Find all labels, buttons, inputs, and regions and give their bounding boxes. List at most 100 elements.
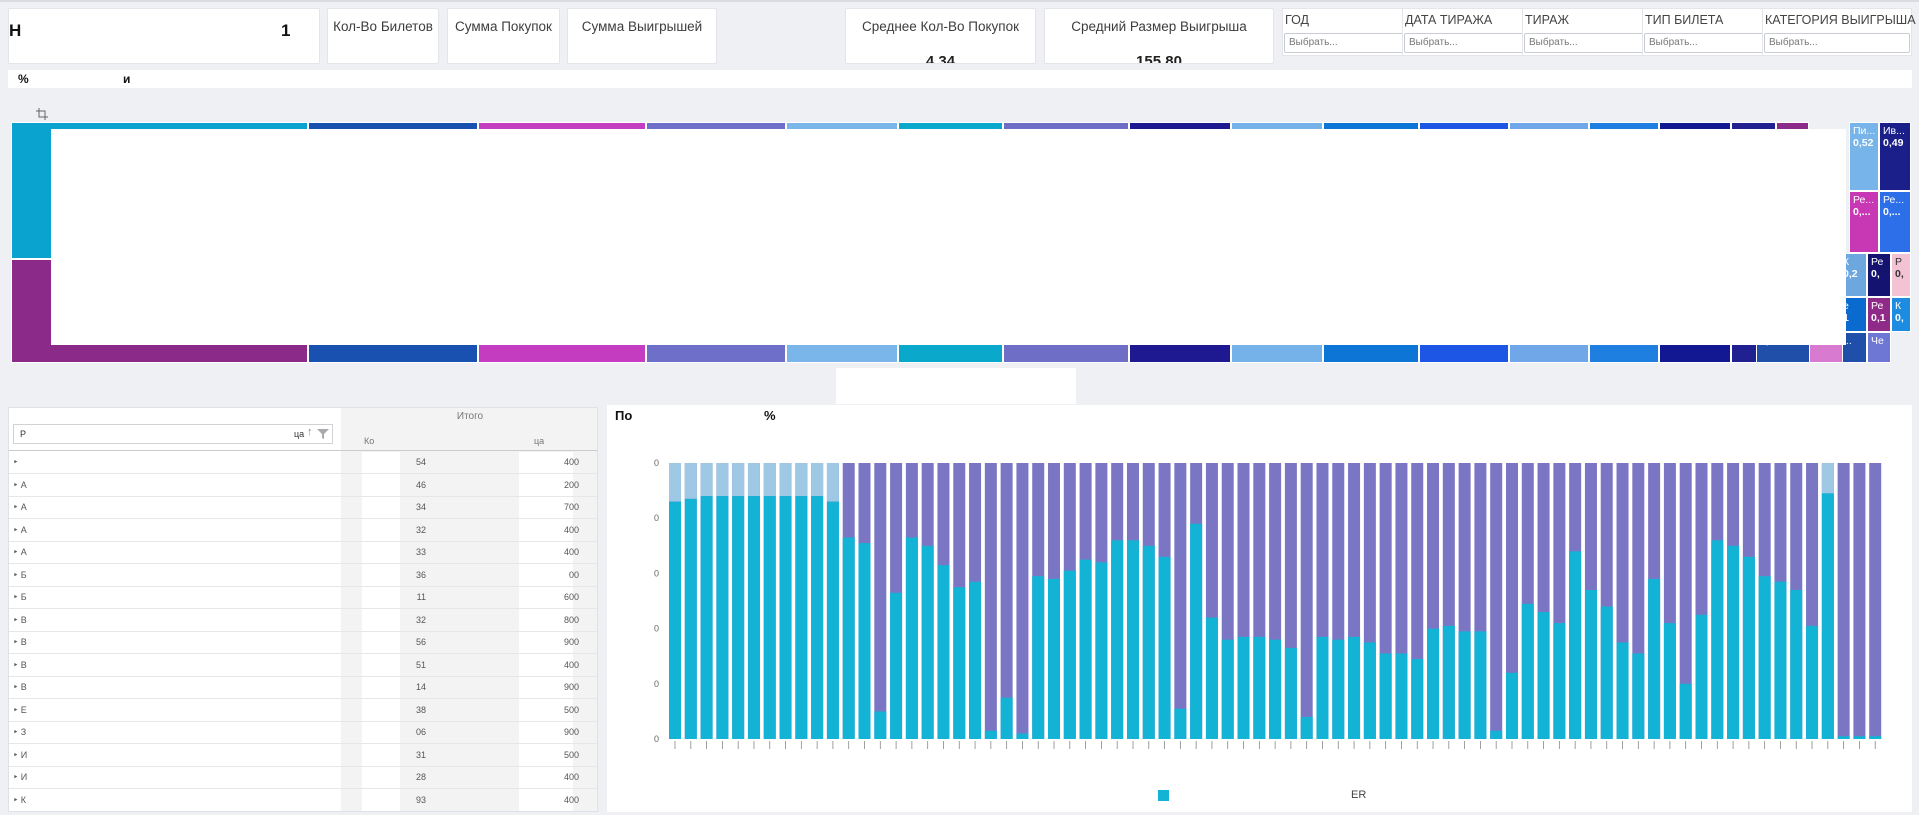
filter-icon[interactable] (317, 427, 329, 445)
bar-segment-er[interactable] (669, 501, 682, 739)
bar-segment-secondary[interactable] (1853, 463, 1866, 739)
bar-segment-er[interactable] (984, 730, 997, 739)
table-row[interactable]: ‣ И 28 400 (9, 767, 597, 789)
treemap-cell-labeled[interactable]: К 0, (1891, 297, 1911, 332)
bar-segment-er[interactable] (1790, 589, 1803, 739)
bar-segment-er[interactable] (1521, 603, 1534, 739)
treemap-cell-labeled[interactable]: Ре... 0,... (1849, 191, 1879, 253)
bar-segment-er[interactable] (1237, 636, 1250, 739)
bar-segment-er[interactable] (1758, 576, 1771, 739)
bar-segment-secondary[interactable] (1837, 463, 1850, 739)
table-row[interactable]: ‣ З 06 900 (9, 722, 597, 744)
bar-segment-er[interactable] (1837, 736, 1850, 739)
bar-segment-er[interactable] (937, 565, 950, 739)
bar-segment-er[interactable] (1821, 493, 1834, 739)
bar-segment-er[interactable] (1853, 736, 1866, 739)
bar-segment-secondary[interactable] (874, 463, 887, 739)
treemap-cell-labeled[interactable]: Р 0, (1891, 253, 1911, 297)
table-row[interactable]: ‣ А 32 400 (9, 520, 597, 542)
bar-segment-er[interactable] (1395, 653, 1408, 739)
table-row[interactable]: ‣ Е 38 500 (9, 700, 597, 722)
bar-segment-er[interactable] (1505, 672, 1518, 739)
table-row[interactable]: ‣ 54 400 (9, 452, 597, 474)
bar-segment-er[interactable] (1474, 631, 1487, 739)
bar-segment-er[interactable] (953, 587, 966, 739)
bar-segment-er[interactable] (1269, 639, 1282, 739)
bar-segment-er[interactable] (1016, 733, 1029, 739)
bar-segment-er[interactable] (811, 496, 824, 739)
bar-segment-er[interactable] (1190, 523, 1203, 739)
table-row[interactable]: ‣ В 32 800 (9, 610, 597, 632)
table-row[interactable]: ‣ И 31 500 (9, 745, 597, 767)
bar-segment-er[interactable] (1553, 623, 1566, 739)
bar-segment-er[interactable] (842, 537, 855, 739)
sort-icon[interactable]: ↑ (307, 426, 313, 438)
bar-segment-er[interactable] (1174, 708, 1187, 739)
bar-segment-top[interactable] (747, 463, 760, 497)
table-row[interactable]: ‣ В 51 400 (9, 655, 597, 677)
bar-segment-er[interactable] (1411, 658, 1424, 739)
bar-segment-er[interactable] (779, 496, 792, 739)
filter-ticket-type-select[interactable]: Выбрать... (1644, 33, 1768, 53)
treemap-cell-labeled[interactable]: Че (1867, 332, 1891, 363)
bar-segment-secondary[interactable] (1174, 463, 1187, 739)
filter-win-category-select[interactable]: Выбрать... (1764, 33, 1910, 53)
filter-draw-date-select[interactable]: Выбрать... (1404, 33, 1528, 53)
bar-segment-er[interactable] (1537, 612, 1550, 739)
bar-segment-er[interactable] (1142, 545, 1155, 739)
bar-segment-secondary[interactable] (984, 463, 997, 739)
filter-draw-select[interactable]: Выбрать... (1524, 33, 1648, 53)
bar-segment-secondary[interactable] (1869, 463, 1882, 739)
bar-segment-top[interactable] (684, 463, 697, 499)
bar-segment-er[interactable] (1300, 716, 1313, 739)
bar-segment-er[interactable] (1742, 556, 1755, 739)
bar-segment-top[interactable] (700, 463, 713, 497)
bar-segment-er[interactable] (826, 501, 839, 739)
bar-segment-er[interactable] (1000, 697, 1013, 739)
bar-segment-er[interactable] (1569, 551, 1582, 739)
bar-segment-er[interactable] (1695, 614, 1708, 739)
table-row[interactable]: ‣ В 56 900 (9, 632, 597, 654)
bar-segment-er[interactable] (1727, 545, 1740, 739)
bar-segment-er[interactable] (874, 711, 887, 739)
filter-year-select[interactable]: Выбрать... (1284, 33, 1408, 53)
bar-segment-er[interactable] (1600, 606, 1613, 739)
bar-segment-er[interactable] (905, 537, 918, 739)
treemap-cell-labeled[interactable]: Ре 0,1 (1867, 297, 1891, 332)
bar-segment-top[interactable] (779, 463, 792, 497)
table-row[interactable]: ‣ А 46 200 (9, 475, 597, 497)
bar-segment-er[interactable] (1427, 628, 1440, 739)
table-row[interactable]: ‣ А 33 400 (9, 542, 597, 564)
bar-segment-er[interactable] (795, 496, 808, 739)
bar-segment-er[interactable] (890, 592, 903, 739)
bar-segment-er[interactable] (684, 498, 697, 739)
table-row[interactable]: ‣ А 34 700 (9, 497, 597, 519)
bar-segment-er[interactable] (1126, 540, 1139, 739)
bar-segment-er[interactable] (763, 496, 776, 739)
bar-segment-top[interactable] (732, 463, 745, 497)
bar-segment-er[interactable] (921, 545, 934, 739)
bar-segment-er[interactable] (1442, 625, 1455, 739)
matrix-search-box[interactable]: Р ца (13, 424, 333, 444)
bar-segment-top[interactable] (669, 463, 682, 502)
focus-mode-icon[interactable] (36, 107, 48, 120)
bar-segment-top[interactable] (763, 463, 776, 497)
bar-segment-er[interactable] (1379, 653, 1392, 739)
bar-segment-er[interactable] (1032, 576, 1045, 739)
bar-segment-er[interactable] (1253, 636, 1266, 739)
bar-segment-top[interactable] (811, 463, 824, 497)
bar-segment-er[interactable] (1806, 625, 1819, 739)
bar-segment-er[interactable] (716, 496, 729, 739)
bar-segment-er[interactable] (1284, 647, 1297, 739)
bar-segment-er[interactable] (1616, 642, 1629, 739)
bar-segment-er[interactable] (747, 496, 760, 739)
bar-segment-er[interactable] (1095, 562, 1108, 739)
bar-segment-top[interactable] (795, 463, 808, 497)
bar-segment-er[interactable] (1679, 683, 1692, 739)
bar-segment-er[interactable] (1063, 570, 1076, 739)
treemap-cell-labeled[interactable]: Ре 0, (1867, 253, 1891, 297)
bar-segment-er[interactable] (700, 496, 713, 739)
bar-segment-secondary[interactable] (1016, 463, 1029, 739)
treemap-cell-labeled[interactable]: Пи... 0,52 (1849, 122, 1879, 191)
bar-segment-er[interactable] (1458, 631, 1471, 739)
